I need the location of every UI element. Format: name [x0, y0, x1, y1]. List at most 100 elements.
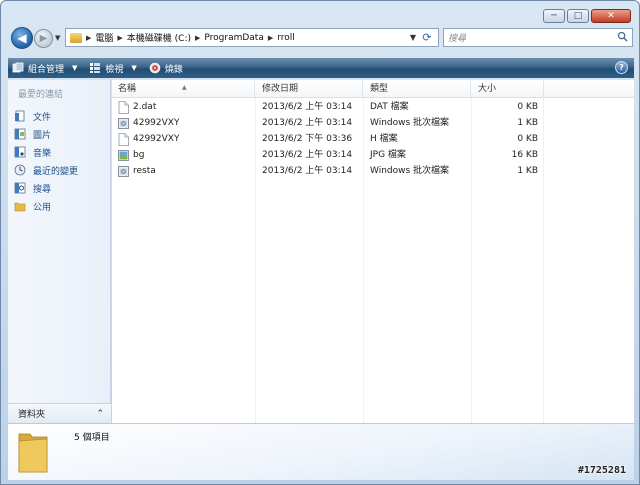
folders-toggle[interactable]: 資料夾 ⌃	[8, 403, 111, 423]
views-button[interactable]: 檢視 ▼	[89, 62, 137, 75]
chevron-down-icon: ▼	[131, 64, 137, 72]
sidebar-item-recent-changes[interactable]: 最近的變更	[14, 161, 78, 179]
organize-icon	[12, 62, 24, 73]
blank-file-icon	[118, 100, 129, 114]
search-icon[interactable]	[617, 31, 628, 42]
sort-ascending-icon: ▲	[182, 84, 187, 91]
column-header-name[interactable]: 名稱 ▲	[112, 80, 255, 98]
batch-file-icon	[118, 117, 129, 129]
explorer-window: ─ □ ✕ ◀ ▶ ▼ ▶ 電腦 ▶ 本機磁碟機 (C:) ▶ ProgramD…	[0, 0, 640, 485]
burn-label: 燒錄	[164, 64, 183, 75]
burn-button[interactable]: 燒錄	[149, 62, 183, 75]
music-icon	[14, 146, 26, 158]
sidebar-item-documents[interactable]: 文件	[14, 107, 78, 125]
file-name-cell: 42992VXY	[118, 115, 179, 131]
file-date: 2013/6/2 上午 03:14	[262, 166, 353, 176]
chevron-right-icon[interactable]: ▶	[86, 34, 91, 42]
image-watermark: #1725281	[577, 465, 626, 476]
blank-file-icon	[118, 132, 129, 146]
batch-file-icon	[118, 165, 129, 177]
file-name: 42992VXY	[133, 134, 180, 144]
file-name: 42992VXY	[133, 118, 180, 128]
favorite-links-list: 文件 圖片 音樂 最近的變更 搜尋 公用	[14, 107, 78, 215]
file-name-cell: bg	[118, 147, 144, 163]
searches-icon	[14, 182, 26, 194]
pictures-icon	[14, 128, 26, 140]
sidebar-item-label: 搜尋	[33, 184, 52, 195]
file-date: 2013/6/2 上午 03:14	[262, 150, 353, 160]
sidebar-item-label: 最近的變更	[33, 166, 79, 177]
breadcrumb-computer[interactable]: 電腦	[95, 31, 113, 44]
file-name-cell: resta	[118, 163, 156, 179]
address-bar[interactable]: ▶ 電腦 ▶ 本機磁碟機 (C:) ▶ ProgramData ▶ rroll …	[65, 28, 439, 47]
burn-disc-icon	[149, 62, 161, 74]
chevron-right-icon[interactable]: ▶	[268, 34, 273, 42]
command-toolbar: 組合管理 ▼ 檢視 ▼ 燒錄 ?	[8, 58, 634, 78]
sidebar-item-label: 公用	[33, 202, 52, 213]
organize-button[interactable]: 組合管理 ▼	[12, 62, 77, 75]
file-name-cell: 42992VXY	[118, 131, 179, 147]
caption-buttons: ─ □ ✕	[543, 9, 631, 23]
search-placeholder: 搜尋	[448, 34, 467, 44]
file-name: 2.dat	[133, 102, 157, 112]
views-icon	[90, 63, 101, 73]
back-arrow-icon: ◀	[17, 31, 27, 45]
back-button[interactable]: ◀	[11, 27, 33, 49]
help-icon: ?	[619, 63, 624, 72]
forward-arrow-icon: ▶	[39, 33, 48, 44]
chevron-down-icon: ▼	[72, 64, 78, 72]
column-header-size[interactable]: 大小	[472, 80, 544, 98]
file-row[interactable]: 2.dat 2013/6/2 上午 03:14 DAT 檔案 0 KB	[112, 99, 634, 115]
file-name: resta	[133, 166, 156, 176]
file-type: H 檔案	[370, 134, 398, 144]
file-size: 16 KB	[511, 150, 538, 160]
details-pane: 5 個項目 #1725281	[8, 423, 634, 480]
folders-label: 資料夾	[18, 410, 46, 420]
help-button[interactable]: ?	[615, 61, 628, 74]
minimize-button[interactable]: ─	[543, 9, 565, 23]
file-type: DAT 檔案	[370, 102, 409, 112]
file-row[interactable]: 42992VXY 2013/6/2 下午 03:36 H 檔案 0 KB	[112, 131, 634, 147]
sidebar-item-pictures[interactable]: 圖片	[14, 125, 78, 143]
forward-button[interactable]: ▶	[34, 29, 53, 48]
documents-icon	[15, 110, 25, 122]
sidebar-item-searches[interactable]: 搜尋	[14, 179, 78, 197]
address-dropdown-icon[interactable]: ▼	[410, 33, 416, 42]
column-header-label: 名稱	[118, 84, 137, 94]
file-type: Windows 批次檔案	[370, 118, 450, 128]
sidebar-item-public[interactable]: 公用	[14, 197, 78, 215]
file-row[interactable]: 42992VXY 2013/6/2 上午 03:14 Windows 批次檔案 …	[112, 115, 634, 131]
search-input[interactable]: 搜尋	[443, 28, 633, 47]
file-type: JPG 檔案	[370, 150, 406, 160]
file-list-view: 名稱 ▲ 修改日期 類型 大小 2.dat 2013/6/2 上午 03:14 …	[112, 80, 634, 423]
recent-changes-icon	[14, 164, 26, 176]
refresh-icon[interactable]: ⟳	[418, 30, 436, 45]
file-name-cell: 2.dat	[118, 99, 156, 115]
chevron-right-icon[interactable]: ▶	[117, 34, 122, 42]
sidebar-item-label: 文件	[33, 112, 52, 123]
file-row[interactable]: resta 2013/6/2 上午 03:14 Windows 批次檔案 1 K…	[112, 163, 634, 179]
breadcrumb-programdata[interactable]: ProgramData	[204, 33, 263, 43]
breadcrumb-rroll[interactable]: rroll	[277, 33, 295, 43]
image-file-icon	[118, 149, 129, 161]
close-button[interactable]: ✕	[591, 9, 631, 23]
column-header-row: 名稱 ▲ 修改日期 類型 大小	[112, 80, 634, 98]
navigation-pane: 最愛的連結 文件 圖片 音樂 最近的變更 搜尋 公用 資料夾 ⌃	[8, 80, 111, 423]
favorite-links-header: 最愛的連結	[18, 90, 64, 100]
file-row[interactable]: bg 2013/6/2 上午 03:14 JPG 檔案 16 KB	[112, 147, 634, 163]
column-header-label: 修改日期	[262, 84, 299, 94]
column-header-date[interactable]: 修改日期	[256, 80, 363, 98]
file-type: Windows 批次檔案	[370, 166, 450, 176]
folder-icon	[70, 32, 82, 43]
sidebar-item-music[interactable]: 音樂	[14, 143, 78, 161]
column-header-type[interactable]: 類型	[364, 80, 471, 98]
file-size: 1 KB	[517, 118, 538, 128]
file-name: bg	[133, 150, 145, 160]
breadcrumb-local-disk[interactable]: 本機磁碟機 (C:)	[127, 31, 191, 44]
chevron-right-icon[interactable]: ▶	[195, 34, 200, 42]
recent-pages-dropdown[interactable]: ▼	[55, 34, 60, 42]
sidebar-item-label: 音樂	[33, 148, 52, 159]
file-size: 0 KB	[517, 102, 538, 112]
maximize-button[interactable]: □	[567, 9, 589, 23]
views-label: 檢視	[105, 64, 124, 75]
